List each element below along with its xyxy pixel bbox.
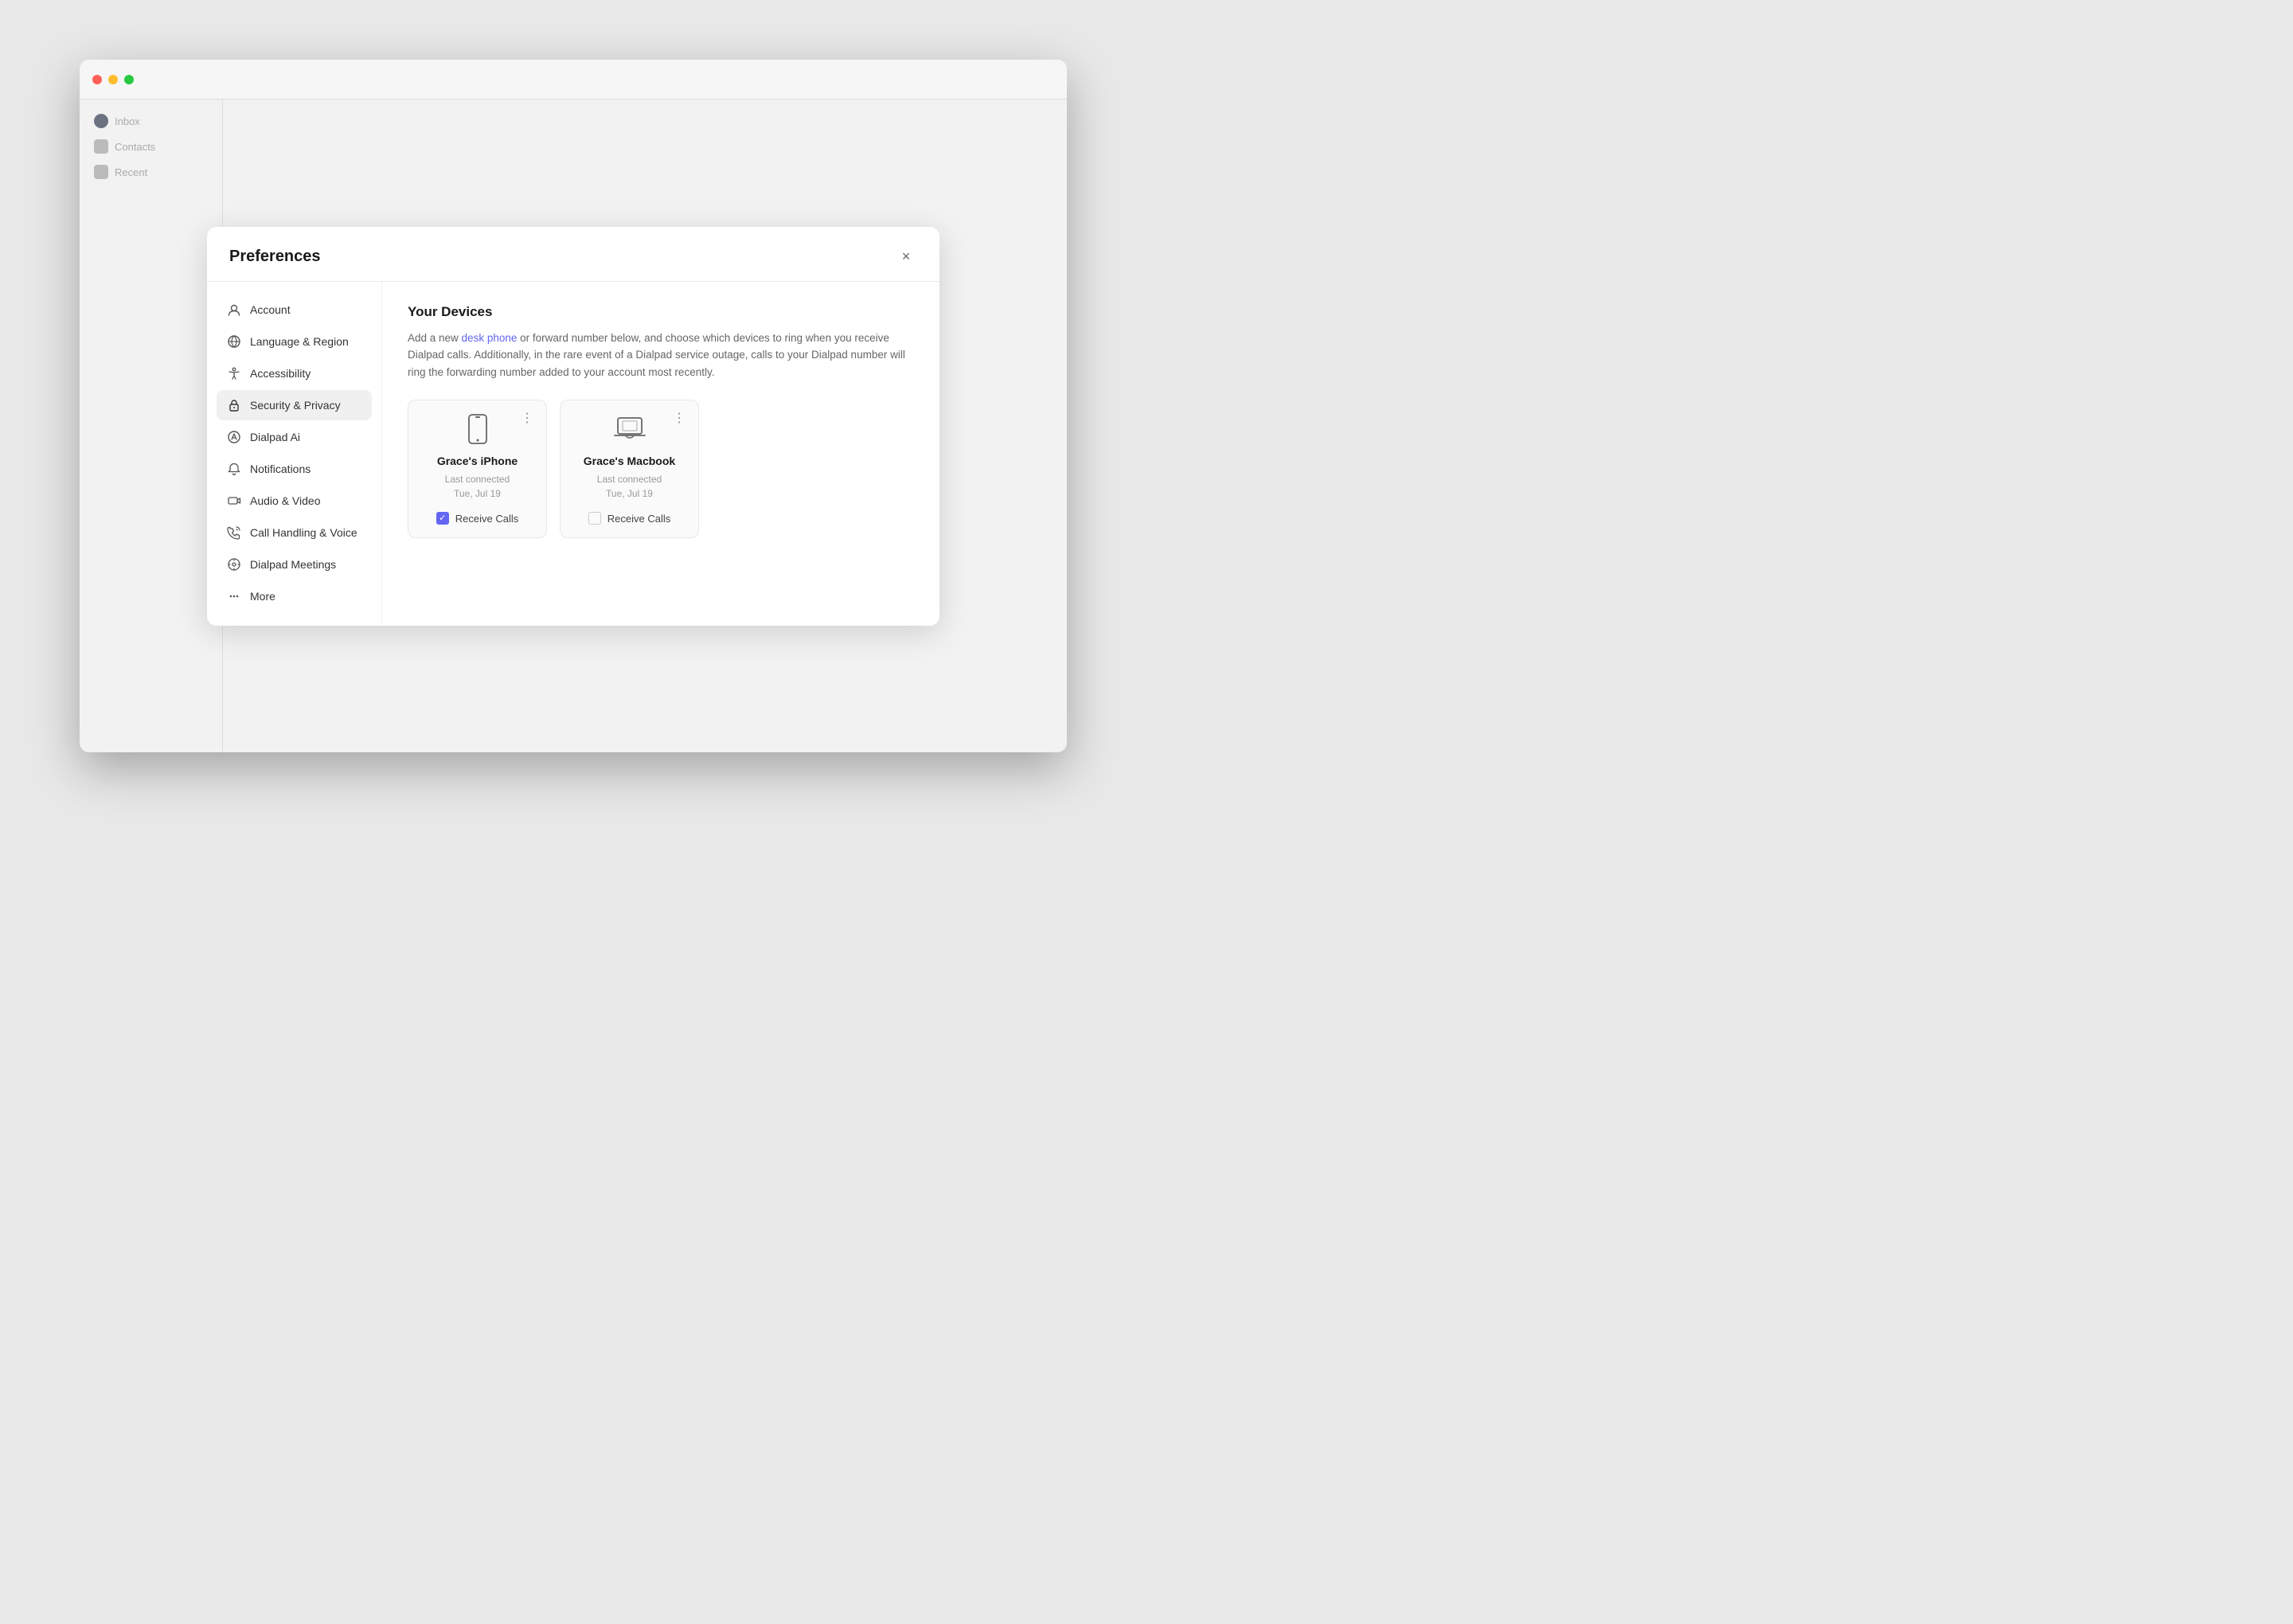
macbook-receive-calls-checkbox[interactable] bbox=[588, 512, 601, 525]
app-window: Inbox Contacts Recent Preferences × bbox=[80, 60, 1067, 752]
device-card-iphone: ⋮ Grace's iPhone Last connected bbox=[408, 400, 547, 538]
macbook-menu-button[interactable]: ⋮ bbox=[668, 408, 690, 427]
iphone-connected: Last connected Tue, Jul 19 bbox=[445, 472, 510, 501]
window-chrome bbox=[80, 60, 1067, 100]
minimize-traffic-light[interactable] bbox=[108, 75, 118, 84]
nav-item-accessibility[interactable]: Accessibility bbox=[217, 358, 372, 388]
nav-item-call-handling[interactable]: Call Handling & Voice bbox=[217, 517, 372, 548]
nav-label-more: More bbox=[250, 590, 275, 603]
nav-item-dialpad-meetings[interactable]: Dialpad Meetings bbox=[217, 549, 372, 580]
modal-overlay: Preferences × Account bbox=[80, 100, 1067, 752]
nav-label-dialpad-ai: Dialpad Ai bbox=[250, 431, 300, 443]
modal-title: Preferences bbox=[229, 248, 321, 266]
nav-label-notifications: Notifications bbox=[250, 463, 311, 475]
macbook-receive-calls-row: Receive Calls bbox=[588, 512, 670, 525]
nav-label-security: Security & Privacy bbox=[250, 399, 341, 412]
nav-label-dialpad-meetings: Dialpad Meetings bbox=[250, 558, 336, 571]
iphone-receive-calls-checkbox[interactable] bbox=[436, 512, 449, 525]
nav-item-dialpad-ai[interactable]: Dialpad Ai bbox=[217, 422, 372, 452]
iphone-receive-calls-label: Receive Calls bbox=[455, 513, 518, 525]
nav-item-security[interactable]: Security & Privacy bbox=[217, 390, 372, 420]
macbook-name: Grace's Macbook bbox=[584, 455, 675, 467]
accessibility-icon bbox=[226, 365, 242, 381]
content-area: Your Devices Add a new desk phone or for… bbox=[382, 282, 939, 626]
camera-icon bbox=[226, 493, 242, 509]
close-traffic-light[interactable] bbox=[92, 75, 102, 84]
modal-body: Account Language & Region bbox=[207, 282, 939, 626]
ai-icon bbox=[226, 429, 242, 445]
macbook-icon bbox=[614, 413, 646, 445]
desk-phone-link[interactable]: desk phone bbox=[462, 332, 518, 344]
macbook-receive-calls-label: Receive Calls bbox=[607, 513, 670, 525]
nav-label-audio-video: Audio & Video bbox=[250, 494, 320, 507]
phone-icon bbox=[226, 525, 242, 541]
meetings-icon bbox=[226, 556, 242, 572]
nav-label-call-handling: Call Handling & Voice bbox=[250, 526, 357, 539]
iphone-name: Grace's iPhone bbox=[437, 455, 518, 467]
nav-label-language: Language & Region bbox=[250, 335, 349, 348]
preferences-modal: Preferences × Account bbox=[207, 227, 939, 626]
nav-label-accessibility: Accessibility bbox=[250, 367, 311, 380]
devices-grid: ⋮ Grace's iPhone Last connected bbox=[408, 400, 914, 538]
lock-icon bbox=[226, 397, 242, 413]
nav-item-account[interactable]: Account bbox=[217, 295, 372, 325]
more-icon bbox=[226, 588, 242, 604]
nav-item-more[interactable]: More bbox=[217, 581, 372, 611]
iphone-receive-calls-row: Receive Calls bbox=[436, 512, 518, 525]
account-icon bbox=[226, 302, 242, 318]
device-card-macbook: ⋮ Grace's Macbook bbox=[560, 400, 699, 538]
bell-icon bbox=[226, 461, 242, 477]
macbook-connected: Last connected Tue, Jul 19 bbox=[597, 472, 662, 501]
iphone-icon bbox=[462, 413, 494, 445]
modal-header: Preferences × bbox=[207, 227, 939, 282]
nav-label-account: Account bbox=[250, 303, 291, 316]
nav-item-audio-video[interactable]: Audio & Video bbox=[217, 486, 372, 516]
maximize-traffic-light[interactable] bbox=[124, 75, 134, 84]
content-title: Your Devices bbox=[408, 304, 914, 320]
nav-item-language[interactable]: Language & Region bbox=[217, 326, 372, 357]
modal-close-button[interactable]: × bbox=[895, 246, 917, 268]
desc-before: Add a new bbox=[408, 332, 462, 344]
content-description: Add a new desk phone or forward number b… bbox=[408, 330, 914, 381]
iphone-menu-button[interactable]: ⋮ bbox=[516, 408, 538, 427]
language-icon bbox=[226, 334, 242, 349]
preferences-nav: Account Language & Region bbox=[207, 282, 382, 626]
nav-item-notifications[interactable]: Notifications bbox=[217, 454, 372, 484]
